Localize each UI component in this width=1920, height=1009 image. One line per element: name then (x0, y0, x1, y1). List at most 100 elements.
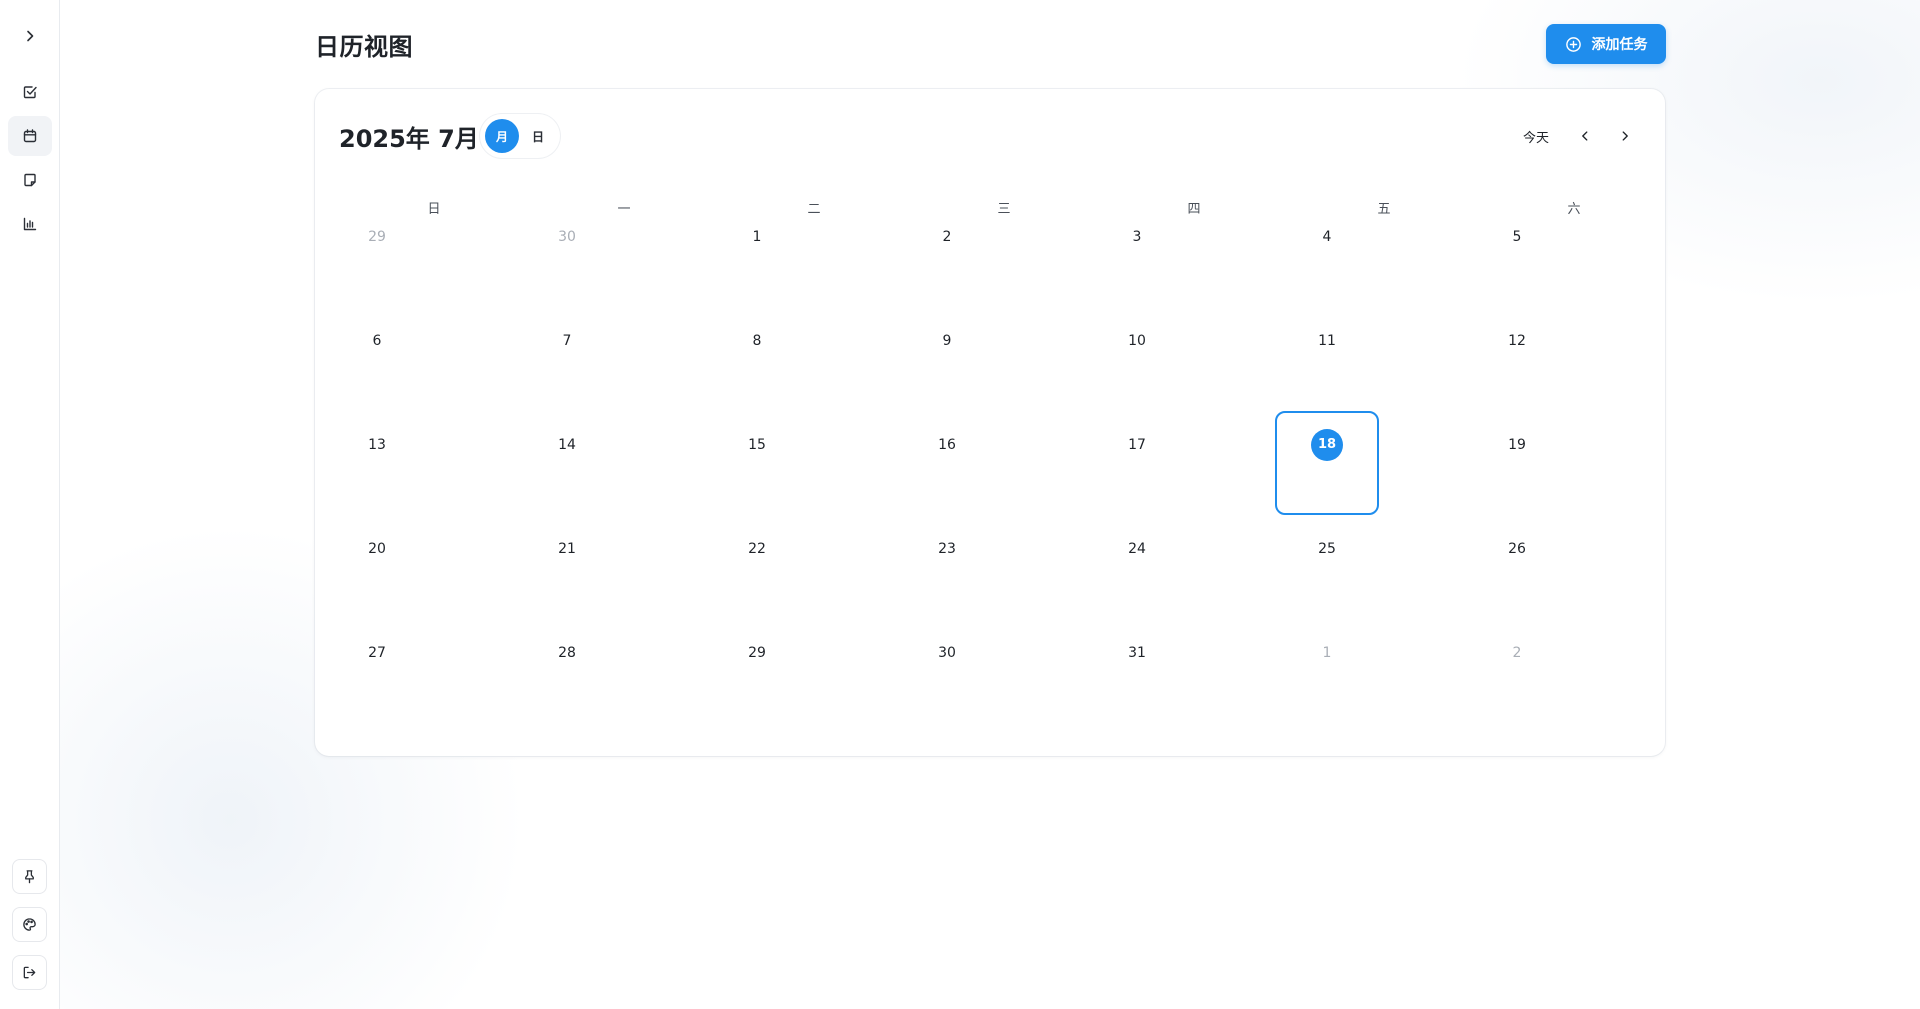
plus-circle-icon (1565, 36, 1581, 52)
day-number: 2 (942, 229, 952, 245)
calendar-icon (23, 129, 37, 143)
day-number: 11 (1318, 333, 1336, 349)
logout-button[interactable] (12, 955, 47, 990)
calendar-day[interactable]: 1 (1289, 642, 1479, 746)
sidebar-expand-button[interactable] (8, 16, 52, 56)
next-month-button[interactable] (1611, 122, 1639, 150)
calendar-day[interactable]: 29 (339, 226, 529, 330)
calendar-day[interactable]: 15 (719, 434, 909, 538)
sidebar-item-tasks[interactable] (8, 72, 52, 112)
calendar-day[interactable]: 23 (909, 538, 1099, 642)
calendar-day[interactable]: 9 (909, 330, 1099, 434)
checkbox-icon (23, 86, 37, 99)
calendar-grid: 29 30 1 2 3 4 5 6 7 8 9 10 11 12 13 14 15 16 17 18 19 20 21 22 2… (339, 226, 1669, 746)
day-number: 26 (1508, 541, 1526, 557)
calendar-day[interactable]: 31 (1099, 642, 1289, 746)
note-icon (24, 173, 36, 187)
calendar-day[interactable]: 27 (339, 642, 529, 746)
day-number: 1 (752, 229, 762, 245)
calendar-card: 2025年 7月 月 日 今天 日 一 二 三 四 五 六 29 30 1 2 3 4 5 6… (315, 89, 1665, 756)
day-number: 2 (1512, 645, 1522, 661)
add-task-label: 添加任务 (1591, 37, 1648, 53)
calendar-day[interactable]: 26 (1479, 538, 1669, 642)
view-toggle: 月 日 (480, 114, 560, 158)
logout-icon (23, 966, 36, 979)
day-number: 27 (368, 645, 386, 661)
day-number: 20 (368, 541, 386, 557)
day-number: 28 (558, 645, 576, 661)
weekday-label: 一 (617, 202, 631, 217)
day-number: 3 (1132, 229, 1142, 245)
calendar-day[interactable]: 14 (529, 434, 719, 538)
calendar-day[interactable]: 3 (1099, 226, 1289, 330)
page-title: 日历视图 (315, 33, 413, 61)
prev-month-button[interactable] (1571, 122, 1599, 150)
calendar-day[interactable]: 7 (529, 330, 719, 434)
calendar-day[interactable]: 17 (1099, 434, 1289, 538)
calendar-day[interactable]: 6 (339, 330, 529, 434)
day-number: 23 (938, 541, 956, 557)
day-number: 30 (558, 229, 576, 245)
day-number: 17 (1128, 437, 1146, 453)
calendar-day[interactable]: 13 (339, 434, 529, 538)
calendar-day[interactable]: 25 (1289, 538, 1479, 642)
day-number: 19 (1508, 437, 1526, 453)
day-number: 15 (748, 437, 766, 453)
chevron-right-icon (1622, 131, 1628, 141)
day-number: 29 (368, 229, 386, 245)
day-number: 9 (942, 333, 952, 349)
chevron-left-icon (1582, 131, 1588, 141)
weekday-label: 四 (1187, 202, 1201, 217)
add-task-button[interactable]: 添加任务 (1546, 24, 1666, 64)
day-number: 22 (748, 541, 766, 557)
day-number: 12 (1508, 333, 1526, 349)
weekday-label: 二 (807, 202, 821, 217)
theme-button[interactable] (12, 907, 47, 942)
day-number: 31 (1128, 645, 1146, 661)
month-title: 2025年 7月 (339, 125, 479, 153)
calendar-day[interactable]: 24 (1099, 538, 1289, 642)
calendar-day[interactable]: 2 (909, 226, 1099, 330)
calendar-day[interactable]: 8 (719, 330, 909, 434)
weekday-label: 六 (1567, 202, 1581, 217)
day-number: 6 (372, 333, 382, 349)
sidebar-item-calendar[interactable] (8, 116, 52, 156)
calendar-day[interactable]: 10 (1099, 330, 1289, 434)
day-number: 8 (752, 333, 762, 349)
day-number: 30 (938, 645, 956, 661)
calendar-day[interactable]: 22 (719, 538, 909, 642)
calendar-day[interactable]: 30 (909, 642, 1099, 746)
sidebar-item-notes[interactable] (8, 160, 52, 200)
today-button[interactable]: 今天 (1515, 122, 1557, 150)
chevron-right-icon (27, 30, 34, 42)
view-day-button[interactable]: 日 (521, 119, 555, 153)
day-number: 24 (1128, 541, 1146, 557)
calendar-day[interactable]: 28 (529, 642, 719, 746)
sidebar (0, 0, 60, 1009)
day-number: 16 (938, 437, 956, 453)
day-number: 14 (558, 437, 576, 453)
calendar-day[interactable]: 12 (1479, 330, 1669, 434)
calendar-day[interactable]: 4 (1289, 226, 1479, 330)
sidebar-item-stats[interactable] (8, 204, 52, 244)
weekday-label: 三 (997, 202, 1011, 217)
calendar-day[interactable]: 16 (909, 434, 1099, 538)
calendar-day[interactable]: 21 (529, 538, 719, 642)
calendar-day[interactable]: 2 (1479, 642, 1669, 746)
calendar-day[interactable]: 5 (1479, 226, 1669, 330)
calendar-day-today[interactable]: 18 (1275, 411, 1479, 538)
calendar-day[interactable]: 19 (1479, 434, 1669, 538)
weekday-header: 日 一 二 三 四 五 六 (339, 199, 1669, 221)
calendar-day[interactable]: 20 (339, 538, 529, 642)
pin-button[interactable] (12, 859, 47, 894)
day-number: 1 (1322, 645, 1332, 661)
day-number: 13 (368, 437, 386, 453)
calendar-day[interactable]: 29 (719, 642, 909, 746)
calendar-day[interactable]: 1 (719, 226, 909, 330)
day-number: 7 (562, 333, 572, 349)
day-number: 29 (748, 645, 766, 661)
bar-chart-icon (23, 217, 37, 231)
view-month-button[interactable]: 月 (485, 119, 519, 153)
calendar-day[interactable]: 30 (529, 226, 719, 330)
weekday-label: 五 (1377, 202, 1391, 217)
